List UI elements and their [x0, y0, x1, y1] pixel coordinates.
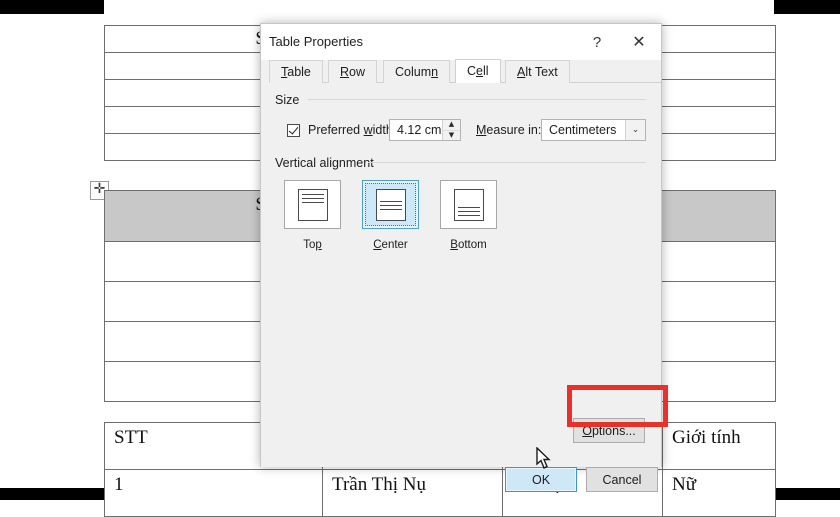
close-icon[interactable]: ✕: [619, 24, 659, 60]
dialog-body: Size Preferred width: 4.12 cm ▲ ▼ Measur…: [261, 83, 661, 492]
measure-in-select[interactable]: Centimeters ⌄: [541, 119, 646, 141]
measure-in-value[interactable]: Centimeters: [542, 123, 625, 137]
tab-alt-text[interactable]: Alt Text: [505, 60, 570, 83]
table-row[interactable]: 1 Trần Thị Nụ Hà Nội Nữ: [104, 469, 776, 517]
ok-button[interactable]: OK: [505, 467, 577, 492]
tab-table-label: able: [287, 65, 311, 79]
tab-row[interactable]: Row: [328, 60, 378, 83]
cell-stt-1[interactable]: 1: [104, 469, 323, 517]
tab-column-label: Colum: [395, 65, 432, 79]
cancel-button[interactable]: Cancel: [586, 467, 658, 492]
align-bottom-button[interactable]: [440, 180, 497, 229]
cell-gioitinh-header[interactable]: Giới tính: [662, 422, 776, 470]
align-top-label: Top: [303, 239, 322, 251]
chevron-down-icon[interactable]: ⌄: [625, 120, 645, 140]
vertical-alignment-divider: [368, 162, 646, 163]
mouse-cursor: [536, 447, 551, 469]
align-top-icon: [297, 188, 328, 221]
help-icon[interactable]: ?: [577, 24, 617, 60]
tab-cell-label-b: ll: [482, 64, 489, 78]
vertical-alignment-label: Vertical alignment: [275, 156, 374, 170]
preferred-width-checkbox[interactable]: [287, 124, 300, 137]
tab-cell[interactable]: Cell: [455, 59, 501, 83]
ok-button-label: OK: [531, 472, 551, 487]
table-properties-dialog[interactable]: Table Properties ? ✕ Table Row Column Ce…: [260, 23, 662, 492]
align-top-button[interactable]: [284, 180, 341, 229]
align-center-label: Center: [373, 239, 408, 251]
cell-name-1[interactable]: Trần Thị Nụ: [322, 469, 503, 517]
dialog-tab-strip[interactable]: Table Row Column Cell Alt Text: [269, 59, 661, 83]
options-button[interactable]: Options...: [573, 418, 645, 443]
dialog-titlebar[interactable]: Table Properties ? ✕: [261, 24, 661, 60]
preferred-width-input[interactable]: 4.12 cm ▲ ▼: [389, 119, 461, 141]
spin-down-icon[interactable]: ▼: [443, 131, 460, 141]
align-center-button[interactable]: [362, 180, 419, 229]
align-center-icon: [375, 188, 406, 221]
preferred-width-spinner[interactable]: ▲ ▼: [442, 120, 460, 140]
spin-up-icon[interactable]: ▲: [443, 120, 460, 131]
tab-row-label: ow: [349, 65, 366, 79]
options-button-label: Options...: [582, 423, 636, 438]
size-group-divider: [308, 99, 646, 100]
tab-cell-label-a: C: [467, 64, 477, 78]
cell-gioitinh-1[interactable]: Nữ: [662, 469, 776, 517]
cancel-button-label: Cancel: [602, 472, 642, 487]
preferred-width-value[interactable]: 4.12 cm: [390, 123, 442, 137]
measure-in-label: Measure in:: [476, 123, 542, 137]
tab-column[interactable]: Column: [383, 60, 451, 83]
tab-alttext-label: lt Text: [525, 65, 558, 79]
tab-table[interactable]: Table: [269, 60, 323, 83]
align-bottom-label: Bottom: [450, 239, 487, 251]
dialog-title: Table Properties: [269, 34, 363, 49]
align-bottom-icon: [453, 188, 484, 221]
size-group-label: Size: [275, 93, 300, 107]
preferred-width-label: Preferred width:: [308, 123, 397, 137]
